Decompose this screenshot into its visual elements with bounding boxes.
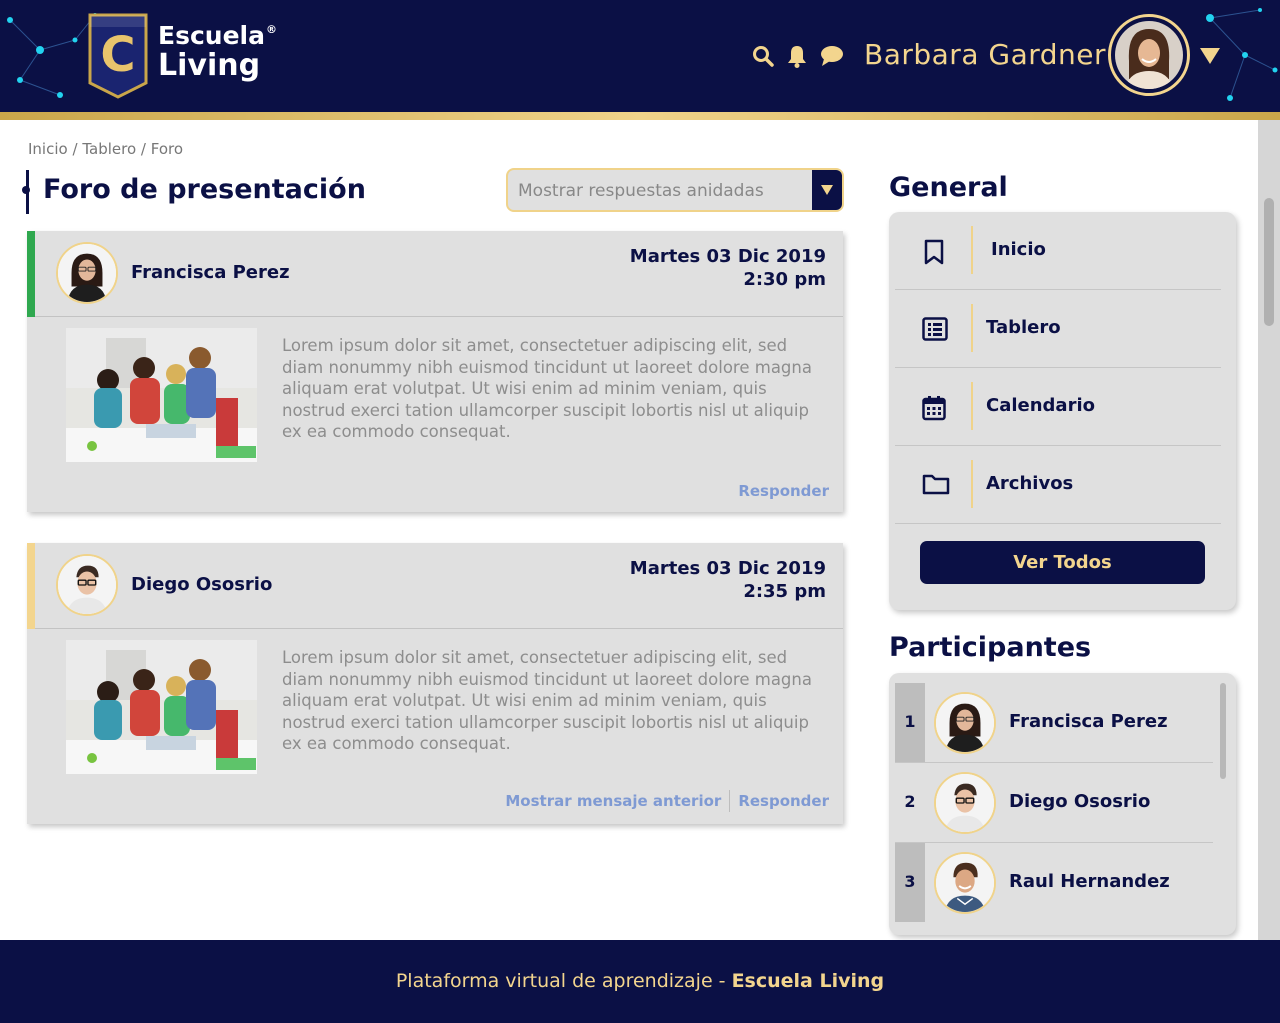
user-avatar[interactable]: [1108, 14, 1190, 96]
folder-icon: [922, 473, 950, 499]
post-status-bar: [27, 231, 35, 317]
breadcrumb-separator: /: [72, 140, 78, 158]
post-status-bar: [27, 543, 35, 629]
calendar-icon: [922, 395, 946, 425]
bell-icon[interactable]: [786, 44, 808, 68]
post-date-time: 2:35 pm: [743, 581, 826, 602]
author-avatar[interactable]: [56, 554, 118, 616]
menu-divider: [971, 460, 973, 508]
shield-logo-icon: C: [88, 13, 148, 99]
participant-avatar[interactable]: [934, 772, 996, 834]
participants-scrollbar[interactable]: [1220, 683, 1226, 779]
page-scrollbar[interactable]: [1258, 120, 1280, 940]
author-avatar[interactable]: [56, 242, 118, 304]
reply-link[interactable]: Responder: [738, 482, 829, 500]
menu-item-label: Tablero: [986, 317, 1061, 338]
footer-text: Plataforma virtual de aprendizaje - Escu…: [0, 940, 1280, 1023]
breadcrumb-item-tablero[interactable]: Tablero: [82, 140, 136, 158]
brand-logo[interactable]: C Escuela ® Living: [88, 13, 277, 99]
menu-divider: [971, 304, 973, 352]
header-actions: [752, 44, 844, 68]
participant-row[interactable]: 1 Francisca Perez: [895, 683, 1213, 763]
post-actions: Mostrar mensaje anterior Responder: [505, 790, 829, 812]
svg-text:C: C: [100, 27, 135, 83]
brand-name: Escuela ® Living: [158, 21, 277, 83]
post-date-time: 2:30 pm: [743, 269, 826, 290]
post-date: Martes 03 Dic 2019 2:30 pm: [630, 245, 826, 291]
participant-avatar[interactable]: [934, 852, 996, 914]
participant-name[interactable]: Francisca Perez: [1009, 711, 1168, 732]
reply-link[interactable]: Responder: [738, 792, 829, 810]
search-icon[interactable]: [752, 45, 774, 67]
menu-divider: [971, 382, 973, 430]
participant-number: 2: [904, 792, 916, 811]
menu-item-label: Archivos: [986, 473, 1074, 494]
post-body: Lorem ipsum dolor sit amet, consectetuer…: [282, 648, 812, 753]
chat-icon[interactable]: [820, 45, 844, 67]
post-image[interactable]: [66, 640, 257, 774]
participant-avatar[interactable]: [934, 692, 996, 754]
footer-brand[interactable]: Escuela Living: [732, 970, 885, 992]
post-author[interactable]: Francisca Perez: [131, 262, 290, 283]
post-image[interactable]: [66, 328, 257, 462]
view-mode-select-value: Mostrar respuestas anidadas: [518, 181, 764, 201]
user-menu-chevron-icon[interactable]: [1199, 47, 1221, 69]
list-icon: [922, 317, 948, 345]
menu-item-label: Calendario: [986, 395, 1095, 416]
general-menu: Inicio Tablero Calendario Archivos Ver T…: [889, 212, 1236, 610]
general-title: General: [889, 172, 1008, 203]
menu-item-tablero[interactable]: Tablero: [895, 290, 1221, 368]
page-scrollbar-thumb[interactable]: [1264, 198, 1274, 326]
user-name[interactable]: Barbara Gardner: [864, 38, 1106, 71]
breadcrumb-item-inicio[interactable]: Inicio: [28, 140, 68, 158]
post-date-day: Martes 03 Dic 2019: [629, 246, 826, 267]
participant-number: 1: [904, 712, 916, 731]
view-all-button[interactable]: Ver Todos: [920, 541, 1205, 584]
menu-item-archivos[interactable]: Archivos: [895, 446, 1221, 524]
top-header: C Escuela ® Living Barbara Gardner: [0, 0, 1280, 112]
chevron-down-icon[interactable]: [812, 170, 842, 210]
header-gold-stripe: [0, 112, 1280, 120]
participants-list: 1 Francisca Perez 2 Diego Ososrio 3 Raul…: [889, 673, 1236, 935]
menu-item-label: Inicio: [991, 239, 1046, 260]
participant-row[interactable]: 2 Diego Ososrio: [895, 763, 1213, 843]
post-author[interactable]: Diego Ososrio: [131, 574, 272, 595]
participant-name[interactable]: Diego Ososrio: [1009, 791, 1150, 812]
footer-tagline: Plataforma virtual de aprendizaje -: [395, 970, 732, 992]
forum-post: Francisca Perez Martes 03 Dic 2019 2:30 …: [27, 231, 843, 512]
post-date: Martes 03 Dic 2019 2:35 pm: [630, 557, 826, 603]
breadcrumb-item-foro[interactable]: Foro: [151, 140, 183, 158]
menu-item-calendario[interactable]: Calendario: [895, 368, 1221, 446]
post-body: Lorem ipsum dolor sit amet, consectetuer…: [282, 336, 812, 441]
forum-post: Diego Ososrio Martes 03 Dic 2019 2:35 pm…: [27, 543, 843, 824]
participant-row[interactable]: 3 Raul Hernandez: [895, 843, 1213, 923]
participants-title: Participantes: [889, 632, 1092, 663]
menu-divider: [971, 226, 973, 274]
bookmark-icon: [922, 239, 946, 269]
participant-name[interactable]: Raul Hernandez: [1009, 871, 1170, 892]
page-title: Foro de presentación: [22, 170, 366, 214]
participant-number: 3: [904, 872, 916, 891]
view-mode-select[interactable]: Mostrar respuestas anidadas: [506, 168, 844, 212]
breadcrumb: Inicio / Tablero / Foro: [28, 140, 183, 158]
menu-item-inicio[interactable]: Inicio: [895, 212, 1221, 290]
breadcrumb-separator: /: [140, 140, 146, 158]
post-date-day: Martes 03 Dic 2019: [629, 558, 826, 579]
footer: Plataforma virtual de aprendizaje - Escu…: [0, 940, 1280, 1023]
post-actions: Responder: [738, 482, 829, 500]
show-previous-link[interactable]: Mostrar mensaje anterior: [505, 792, 721, 810]
actions-divider: [729, 790, 731, 812]
